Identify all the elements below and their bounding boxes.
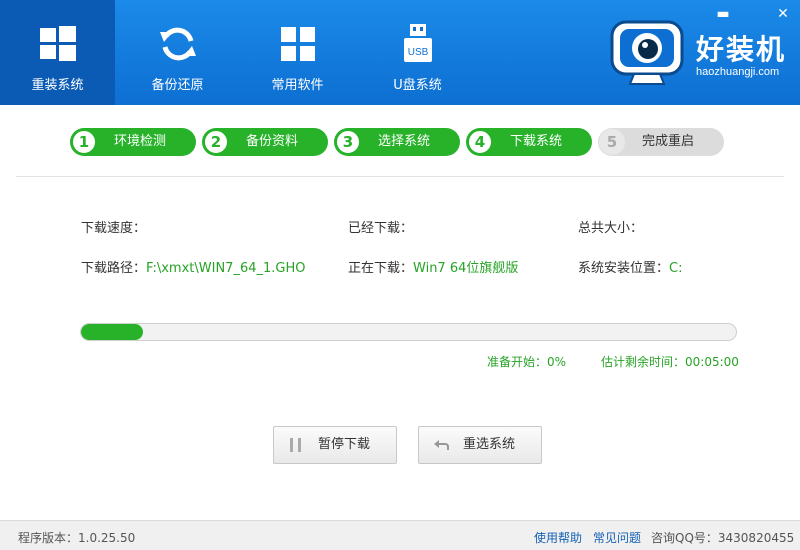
step-label: 选择系统	[378, 134, 431, 149]
brand-url: haozhuangji.com	[696, 66, 780, 78]
total-size: 总共大小：	[578, 217, 643, 236]
pause-icon	[290, 438, 301, 452]
step-number: 2	[203, 129, 229, 155]
brand-logo: 好装机 haozhuangji.com	[608, 16, 790, 92]
progress-steps: 1 环境检测 2 备份资料 3 选择系统 4 下载系统 5 完成重启	[70, 128, 730, 158]
step-number: 4	[467, 129, 493, 155]
pause-download-button[interactable]: 暂停下载	[273, 426, 397, 464]
nav-label: 常用软件	[271, 78, 324, 93]
download-speed-label: 下载速度：	[81, 221, 147, 236]
nav-usb-system[interactable]: USB U盘系统	[360, 0, 475, 105]
downloaded-amount: 已经下载：	[348, 217, 413, 236]
step-backup-data: 2 备份资料	[202, 128, 328, 156]
nav-reinstall-system[interactable]: 重装系统	[0, 0, 115, 105]
brand-name: 好装机	[696, 33, 787, 66]
step-environment-check: 1 环境检测	[70, 128, 196, 156]
faq-link[interactable]: 常见问题	[593, 529, 641, 546]
step-number: 5	[599, 129, 625, 155]
refresh-icon	[159, 27, 196, 61]
current-download: 正在下载：Win7 64位旗舰版	[348, 257, 518, 276]
windows-icon	[39, 26, 76, 61]
step-label: 下载系统	[510, 134, 563, 149]
nav-label: 重装系统	[31, 78, 84, 93]
install-location-label: 系统安装位置：	[578, 261, 670, 276]
install-location-value: C:	[669, 261, 683, 276]
svg-text:USB: USB	[407, 47, 428, 58]
progress-status: 准备开始：0%	[487, 355, 567, 369]
back-arrow-icon	[434, 440, 449, 450]
step-select-system: 3 选择系统	[334, 128, 460, 156]
nav-common-software[interactable]: 常用软件	[240, 0, 355, 105]
step-number: 1	[71, 129, 97, 155]
top-header: 重装系统 备份还原 常用软件 USB U盘系统 ▬ ✕ 好装机 haozhuan…	[0, 0, 800, 105]
nav-backup-restore[interactable]: 备份还原	[120, 0, 235, 105]
current-download-value: Win7 64位旗舰版	[413, 261, 519, 276]
download-path-value: F:\xmxt\WIN7_64_1.GHO	[146, 261, 306, 276]
divider	[16, 176, 784, 177]
total-size-label: 总共大小：	[578, 221, 644, 236]
current-download-label: 正在下载：	[348, 261, 414, 276]
reselect-system-button[interactable]: 重选系统	[418, 426, 542, 464]
help-link[interactable]: 使用帮助	[534, 529, 582, 546]
support-qq: 咨询QQ号：3430820455	[651, 531, 795, 545]
usb-drive-icon: USB	[403, 24, 432, 62]
nav-label: 备份还原	[151, 78, 204, 93]
footer-bar: 程序版本：1.0.25.50 使用帮助 常见问题 咨询QQ号：343082045…	[0, 520, 800, 550]
download-path-label: 下载路径：	[81, 261, 147, 276]
step-label: 完成重启	[642, 134, 695, 149]
install-location: 系统安装位置：C:	[578, 257, 682, 276]
apps-grid-icon	[280, 27, 315, 61]
downloaded-label: 已经下载：	[348, 221, 414, 236]
step-label: 环境检测	[114, 134, 167, 149]
step-finish-restart: 5 完成重启	[598, 128, 724, 156]
progress-fill	[81, 324, 144, 340]
download-speed: 下载速度：	[81, 217, 146, 236]
step-number: 3	[335, 129, 361, 155]
step-label: 备份资料	[246, 134, 299, 149]
time-remaining: 估计剩余时间：00:05:00	[601, 355, 739, 369]
nav-label: U盘系统	[393, 78, 442, 93]
program-version: 程序版本：1.0.25.50	[18, 531, 136, 545]
download-path: 下载路径：F:\xmxt\WIN7_64_1.GHO	[81, 257, 305, 276]
pause-download-label: 暂停下载	[318, 437, 371, 452]
step-download-system: 4 下载系统	[466, 128, 592, 156]
download-progress-bar	[80, 323, 737, 341]
reselect-system-label: 重选系统	[463, 437, 516, 452]
monitor-eye-logo-icon	[610, 20, 684, 85]
